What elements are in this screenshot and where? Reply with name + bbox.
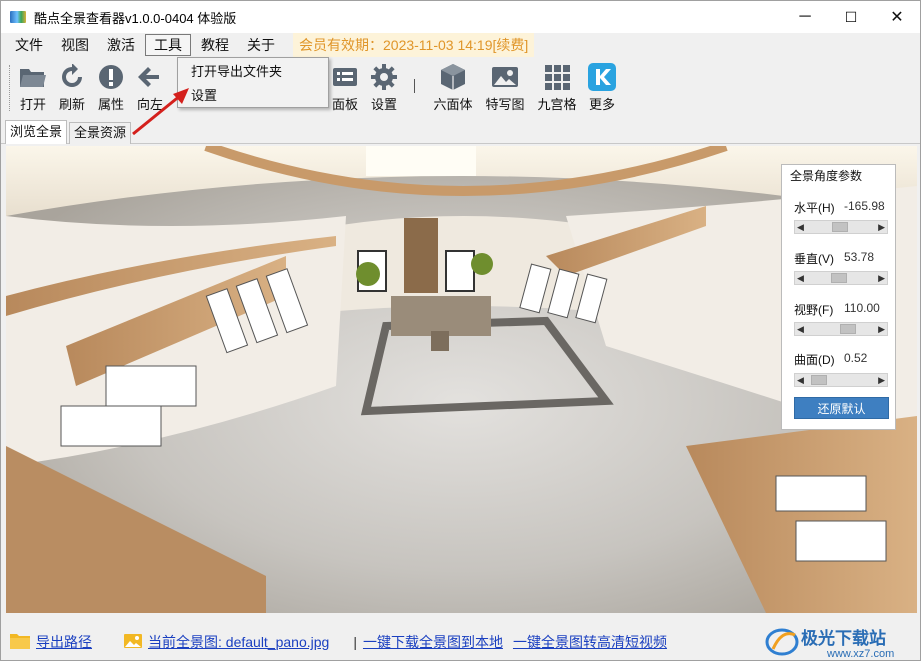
info-exclamation-icon <box>97 63 125 91</box>
fov-row: 视野(F) 110.00 <box>794 301 894 318</box>
closeup-button[interactable]: 特写图 <box>483 63 527 113</box>
cube-icon <box>439 63 467 91</box>
vertical-slider[interactable]: ◀ ▶ <box>794 271 888 285</box>
status-separator: | <box>353 634 357 650</box>
cube-button[interactable]: 六面体 <box>431 63 475 113</box>
panel-list-icon <box>331 63 359 91</box>
settings-button[interactable]: 设置 <box>362 63 406 113</box>
fov-label: 视野(F) <box>794 303 834 317</box>
fov-slider-thumb[interactable] <box>839 324 856 334</box>
image-picture-icon <box>491 63 519 91</box>
open-button[interactable]: 打开 <box>11 63 55 113</box>
properties-button[interactable]: 属性 <box>89 63 133 113</box>
slider-left-arrow-icon[interactable]: ◀ <box>797 273 804 284</box>
download-pano-link[interactable]: 一键下载全景图到本地 <box>363 632 503 652</box>
vertical-row: 垂直(V) 53.78 <box>794 250 894 267</box>
minimize-button[interactable]: ─ <box>782 1 828 33</box>
window-title: 酷点全景查看器v1.0.0-0404 体验版 <box>34 10 237 26</box>
site-watermark-logo: 极光下载站 www.xz7.com <box>765 628 894 659</box>
menu-activate[interactable]: 激活 <box>99 34 143 56</box>
close-button[interactable]: ✕ <box>874 1 920 33</box>
nine-grid-button[interactable]: 九宫格 <box>535 63 579 113</box>
curve-slider[interactable]: ◀ ▶ <box>794 373 888 387</box>
panel-button[interactable]: 面板 <box>323 63 367 113</box>
tools-dropdown-menu: 打开导出文件夹 设置 <box>177 57 329 108</box>
app-logo-icon <box>10 11 26 23</box>
app-window: 酷点全景查看器v1.0.0-0404 体验版 ─ ☐ ✕ 文件 视图 激活 工具… <box>0 0 921 661</box>
slider-right-arrow-icon[interactable]: ▶ <box>878 273 885 284</box>
menu-tools[interactable]: 工具 <box>145 34 191 56</box>
k-logo-icon <box>588 63 616 91</box>
curve-row: 曲面(D) 0.52 <box>794 351 894 368</box>
menu-view[interactable]: 视图 <box>53 34 97 56</box>
toolbar-separator <box>414 79 415 93</box>
title-bar: 酷点全景查看器v1.0.0-0404 体验版 ─ ☐ ✕ <box>1 1 920 33</box>
gear-icon <box>370 63 398 91</box>
tab-panorama-resources[interactable]: 全景资源 <box>69 122 132 144</box>
curve-label: 曲面(D) <box>794 353 835 367</box>
horizontal-slider[interactable]: ◀ ▶ <box>794 220 888 234</box>
menu-about[interactable]: 关于 <box>239 34 283 56</box>
grid-icon <box>543 63 571 91</box>
menu-tutorial[interactable]: 教程 <box>193 34 237 56</box>
params-title: 全景角度参数 <box>790 169 863 183</box>
folder-icon <box>10 633 30 652</box>
slider-left-arrow-icon[interactable]: ◀ <box>797 375 804 386</box>
menu-file[interactable]: 文件 <box>7 34 51 56</box>
horizontal-value: -165.98 <box>844 199 885 213</box>
curve-slider-thumb[interactable] <box>811 375 828 385</box>
settings-item[interactable]: 设置 <box>178 84 328 108</box>
folder-open-icon <box>19 63 47 91</box>
tab-browse-panorama[interactable]: 浏览全景 <box>5 120 68 144</box>
maximize-button[interactable]: ☐ <box>828 1 874 33</box>
watermark-url: www.xz7.com <box>826 648 894 659</box>
image-icon <box>124 633 142 652</box>
open-export-folder-item[interactable]: 打开导出文件夹 <box>178 60 328 84</box>
slider-right-arrow-icon[interactable]: ▶ <box>878 324 885 335</box>
slider-right-arrow-icon[interactable]: ▶ <box>878 375 885 386</box>
window-controls: ─ ☐ ✕ <box>782 1 920 33</box>
fov-value: 110.00 <box>844 301 880 315</box>
horizontal-row: 水平(H) -165.98 <box>794 199 894 216</box>
horizontal-slider-thumb[interactable] <box>831 222 848 232</box>
refresh-button[interactable]: 刷新 <box>50 63 94 113</box>
curve-value: 0.52 <box>844 351 868 365</box>
slider-right-arrow-icon[interactable]: ▶ <box>878 222 885 233</box>
pano-to-video-link[interactable]: 一键全景图转高清短视频 <box>513 632 667 652</box>
current-pano-link[interactable]: 当前全景图: default_pano.jpg <box>148 632 329 652</box>
fov-slider[interactable]: ◀ ▶ <box>794 322 888 336</box>
vertical-label: 垂直(V) <box>794 252 834 266</box>
red-pointer-arrow <box>132 88 189 136</box>
more-button[interactable]: 更多 <box>580 63 624 113</box>
watermark-text: 极光下载站 <box>801 628 886 648</box>
menu-bar: 文件 视图 激活 工具 教程 关于 会员有效期：2023-11-03 14:19… <box>1 33 920 57</box>
slider-left-arrow-icon[interactable]: ◀ <box>797 324 804 335</box>
horizontal-label: 水平(H) <box>794 201 835 215</box>
reset-default-button[interactable]: 还原默认 <box>794 397 889 419</box>
slider-left-arrow-icon[interactable]: ◀ <box>797 222 804 233</box>
panorama-params-panel: 全景角度参数 水平(H) -165.98 ◀ ▶ 垂直(V) 53.78 ◀ ▶… <box>781 164 896 430</box>
membership-renew-link[interactable]: 会员有效期：2023-11-03 14:19[续费] <box>293 33 535 57</box>
vertical-slider-thumb[interactable] <box>831 273 848 283</box>
refresh-icon <box>58 63 86 91</box>
vertical-value: 53.78 <box>844 250 875 264</box>
export-path-link[interactable]: 导出路径 <box>36 632 92 652</box>
